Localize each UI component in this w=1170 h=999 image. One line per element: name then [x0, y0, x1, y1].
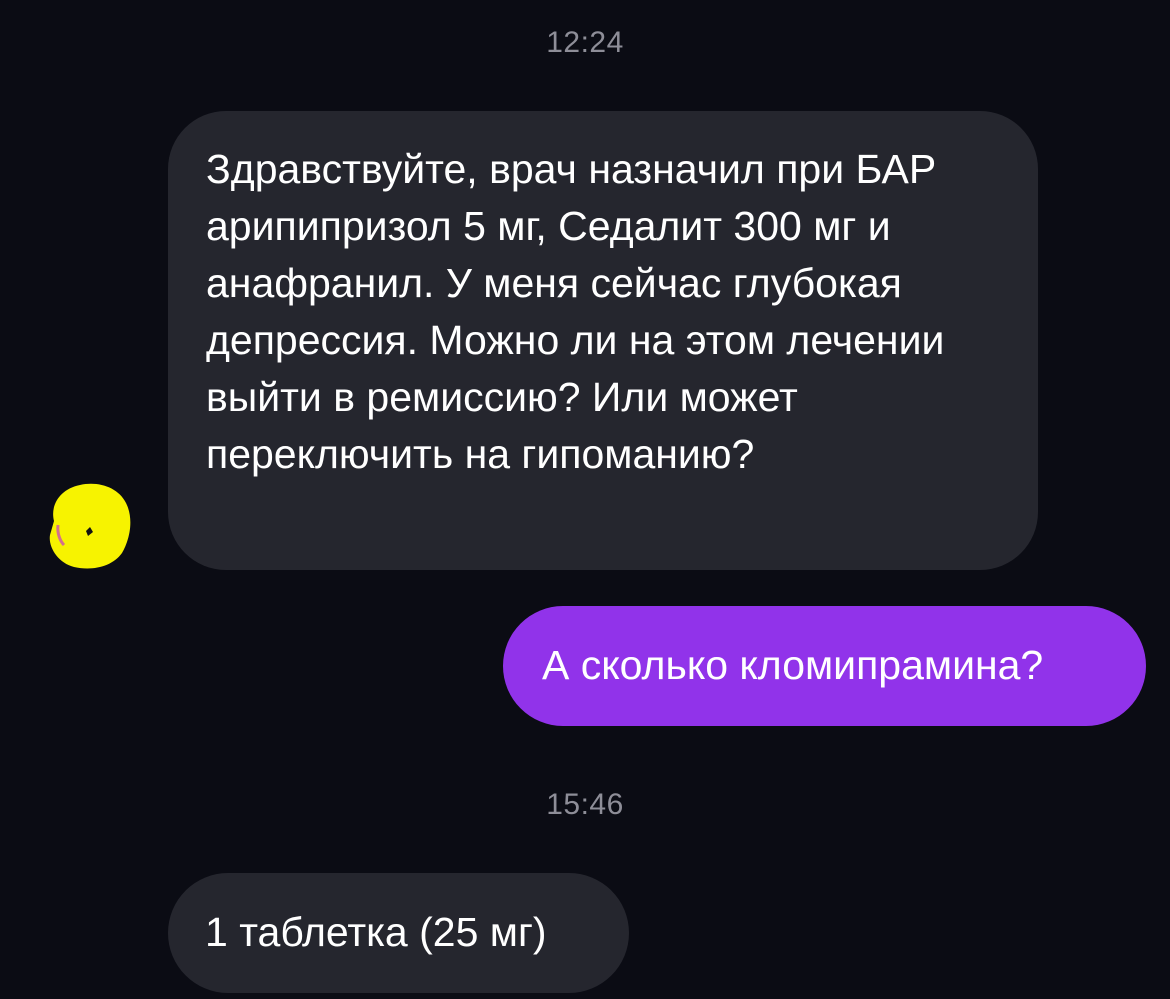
- message-bubble-incoming[interactable]: 1 таблетка (25 мг): [168, 873, 629, 993]
- chat-thread: 12:24 Здравствуйте, врач назначил при БА…: [0, 0, 1170, 999]
- message-text: 1 таблетка (25 мг): [205, 909, 547, 955]
- message-bubble-incoming[interactable]: Здравствуйте, врач назначил при БАР арип…: [168, 111, 1038, 570]
- timestamp: 12:24: [546, 26, 624, 59]
- user-avatar-icon[interactable]: [46, 481, 132, 571]
- timestamp: 15:46: [546, 788, 624, 821]
- message-text: А сколько кломипрамина?: [542, 642, 1044, 688]
- message-bubble-outgoing[interactable]: А сколько кломипрамина?: [503, 606, 1146, 726]
- message-text: Здравствуйте, врач назначил при БАР арип…: [206, 146, 945, 477]
